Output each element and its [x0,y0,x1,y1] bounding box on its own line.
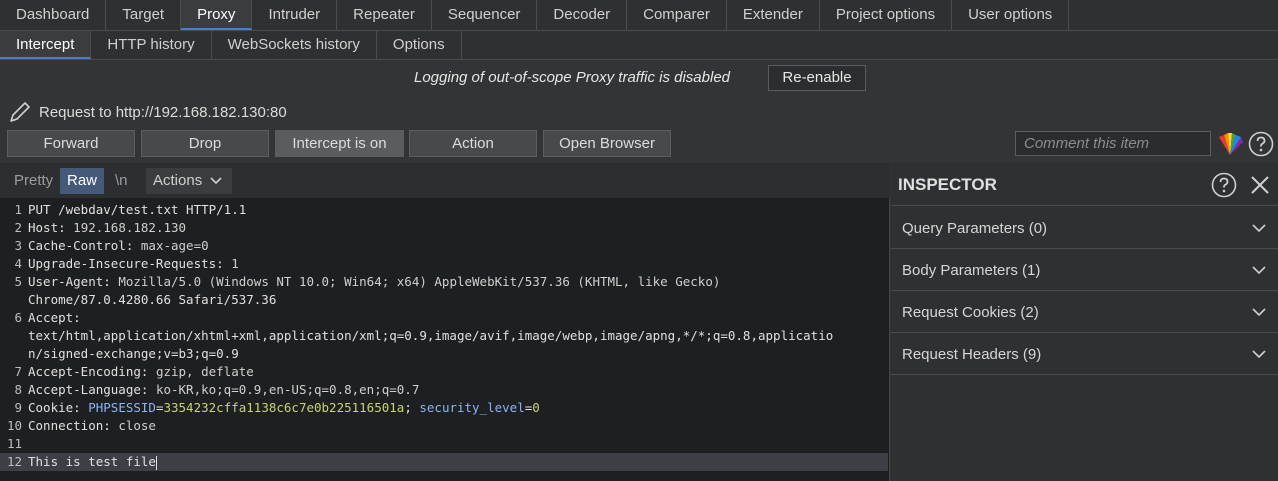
code-line: 3 Cache-Control: max-age=0 [14,238,209,253]
tab-user-options[interactable]: User options [952,0,1070,30]
code-line: 8 Accept-Language: ko-KR,ko;q=0.9,en-US;q… [14,382,420,397]
logging-notice: Logging of out-of-scope Proxy traffic is… [0,62,1278,94]
chevron-down-icon [1252,308,1266,317]
highlight-color-icon[interactable] [1216,131,1244,157]
raw-view-button[interactable]: Raw [60,168,105,194]
inspector-panel: INSPECTOR Query Parameters (0) Body Para… [891,163,1278,481]
code-line-current: 12 This is test file [0,453,888,471]
editor-toolbar: Pretty Raw \n Actions [0,163,890,198]
inspector-help-icon[interactable] [1211,172,1237,198]
code-line: 6 Accept: [14,310,81,325]
pretty-view-button[interactable]: Pretty [7,168,60,194]
intercept-toolbar: Forward Drop Intercept is on Action Open… [0,130,1278,160]
tab-intercept[interactable]: Intercept [0,31,92,59]
tab-proxy[interactable]: Proxy [181,0,253,30]
tab-extender[interactable]: Extender [727,0,820,30]
chevron-down-icon [1252,224,1266,233]
tab-repeater[interactable]: Repeater [337,0,432,30]
code-line: 1 PUT /webdav/test.txt HTTP/1.1 [14,202,247,217]
request-body[interactable]: 1 PUT /webdav/test.txt HTTP/1.1 2 Host: 19… [0,201,888,471]
tab-sequencer[interactable]: Sequencer [432,0,538,30]
tab-comparer[interactable]: Comparer [627,0,727,30]
open-browser-button[interactable]: Open Browser [543,130,671,157]
drop-button[interactable]: Drop [141,130,269,157]
inspector-section-query-parameters[interactable]: Query Parameters (0) [891,207,1278,249]
editor-actions-menu[interactable]: Actions [146,168,232,194]
close-icon[interactable] [1249,174,1271,196]
tab-project-options[interactable]: Project options [820,0,953,30]
pencil-icon [10,102,30,122]
code-line: 4 Upgrade-Insecure-Requests: 1 [14,256,239,271]
main-tab-bar: Dashboard Target Proxy Intruder Repeater… [0,0,1278,31]
code-line: 11 [6,436,22,451]
inspector-section-request-headers[interactable]: Request Headers (9) [891,333,1278,375]
comment-input[interactable]: Comment this item [1015,131,1211,156]
inspector-header: INSPECTOR [891,163,1278,206]
forward-button[interactable]: Forward [7,130,135,157]
help-icon[interactable] [1248,131,1274,157]
proxy-sub-tab-bar: Intercept HTTP history WebSockets histor… [0,31,1278,60]
inspector-title: INSPECTOR [898,175,997,194]
code-line: 5 User-Agent: Mozilla/5.0 (Windows NT 10.… [14,274,721,289]
action-button[interactable]: Action [409,130,537,157]
tab-target[interactable]: Target [106,0,182,30]
request-editor: Pretty Raw \n Actions 1 PUT /webdav/test.… [0,163,890,481]
code-line: Chrome/87.0.4280.66 Safari/537.36 [28,292,277,307]
inspector-section-body-parameters[interactable]: Body Parameters (1) [891,249,1278,291]
re-enable-button[interactable]: Re-enable [768,65,866,91]
chevron-down-icon [1252,350,1266,359]
newline-toggle-button[interactable]: \n [108,168,135,194]
chevron-down-icon [1252,266,1266,275]
code-line: text/html,application/xhtml+xml,applicat… [28,328,834,343]
tab-websockets-history[interactable]: WebSockets history [212,31,377,59]
chevron-down-icon [210,177,222,185]
intercept-toggle-button[interactable]: Intercept is on [275,130,404,157]
tab-options[interactable]: Options [377,31,462,59]
actions-label: Actions [153,172,203,189]
text-caret [155,455,157,470]
tab-intruder[interactable]: Intruder [252,0,338,30]
inspector-section-request-cookies[interactable]: Request Cookies (2) [891,291,1278,333]
request-target: Request to http://192.168.182.130:80 [8,100,287,124]
request-target-label: Request to http://192.168.182.130:80 [39,103,287,121]
tab-dashboard[interactable]: Dashboard [0,0,107,30]
logging-message: Logging of out-of-scope Proxy traffic is… [414,69,731,86]
code-line: n/signed-exchange;v=b3;q=0.9 [28,346,239,361]
tab-http-history[interactable]: HTTP history [91,31,212,59]
code-line: 10 Connection: close [6,418,156,433]
tab-decoder[interactable]: Decoder [537,0,628,30]
code-line: 9 Cookie: PHPSESSID=3354232cffa1138c6c7e0… [14,400,540,415]
code-line: 7 Accept-Encoding: gzip, deflate [14,364,254,379]
code-line: 2 Host: 192.168.182.130 [14,220,187,235]
